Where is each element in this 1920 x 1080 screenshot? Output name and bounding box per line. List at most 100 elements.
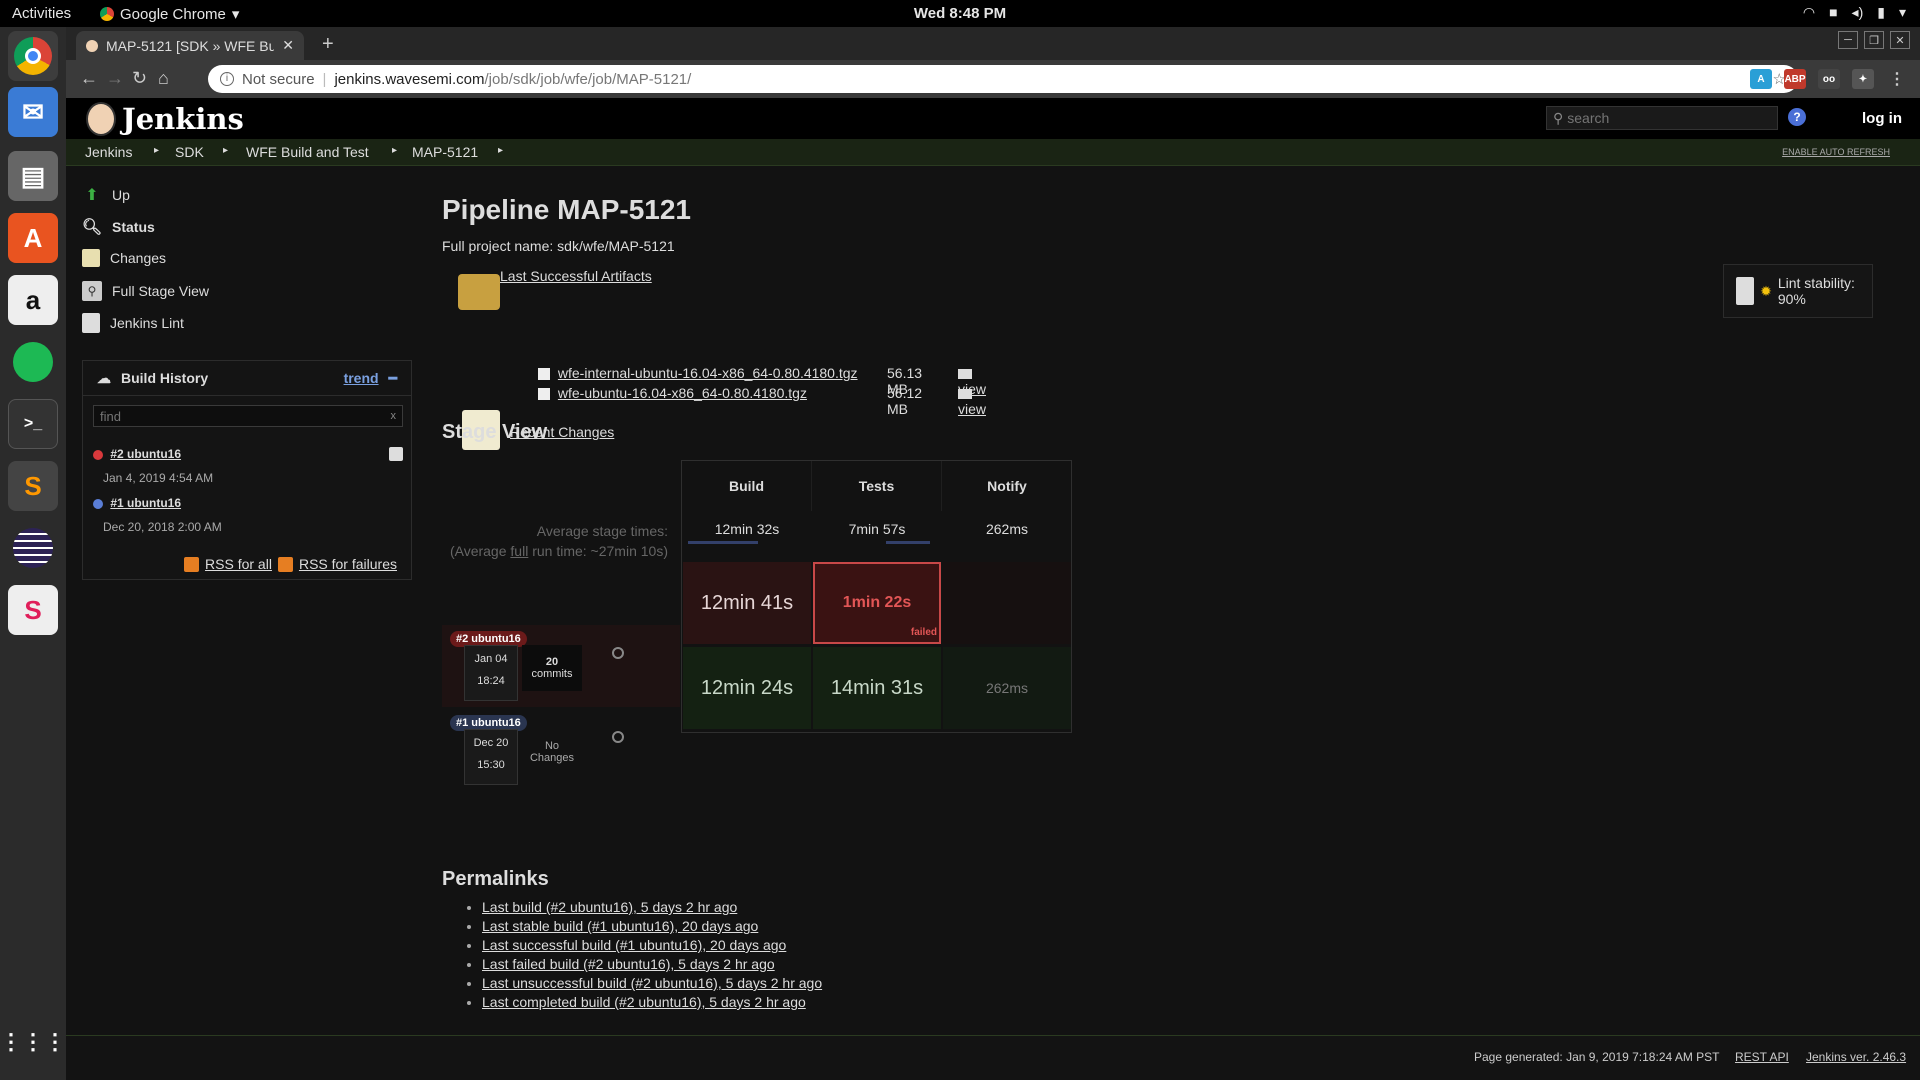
magnifier-icon: 🔍︎: [81, 219, 103, 236]
stage-cell[interactable]: 14min 31s: [813, 647, 941, 729]
notepad-icon: [82, 249, 100, 267]
enable-auto-refresh-link[interactable]: ENABLE AUTO REFRESH: [1782, 147, 1890, 157]
jenkins-version-link[interactable]: Jenkins ver. 2.46.3: [1806, 1050, 1906, 1064]
permalink-link[interactable]: Last unsuccessful build (#2 ubuntu16), 5…: [482, 975, 822, 991]
breadcrumb-arrow-icon[interactable]: ▸: [498, 145, 503, 156]
permalink-link[interactable]: Last stable build (#1 ubuntu16), 20 days…: [482, 918, 758, 934]
eclipse-launcher-icon[interactable]: [8, 523, 58, 573]
terminal-launcher-icon[interactable]: >_: [8, 399, 58, 449]
last-successful-artifacts-link[interactable]: Last Successful Artifacts: [500, 268, 652, 284]
permalink-link[interactable]: Last failed build (#2 ubuntu16), 5 days …: [482, 956, 775, 972]
run-row[interactable]: #1 ubuntu16 Dec 20 15:30 No Changes: [442, 709, 680, 791]
slack-launcher-icon[interactable]: S: [8, 585, 58, 635]
artifact-row[interactable]: wfe-ubuntu-16.04-x86_64-0.80.4180.tgz: [538, 385, 807, 401]
build-link[interactable]: #1 ubuntu16: [110, 496, 181, 510]
stage-cell[interactable]: 12min 41s: [683, 562, 811, 644]
back-button[interactable]: ←: [80, 68, 98, 89]
task-up[interactable]: ⬆ Up: [82, 185, 130, 205]
build-link[interactable]: #2 ubuntu16: [110, 447, 181, 461]
lock-icon: ■: [1829, 4, 1838, 20]
task-status[interactable]: 🔍︎ Status: [82, 217, 155, 237]
breadcrumb-arrow-icon[interactable]: ▸: [154, 145, 159, 156]
minus-icon[interactable]: ━: [389, 370, 397, 387]
build-history-entry[interactable]: #2 ubuntu16 Jan 4, 2019 4:54 AM: [93, 447, 403, 485]
sublime-launcher-icon[interactable]: S: [8, 461, 58, 511]
login-link[interactable]: log in: [1862, 110, 1902, 127]
task-jenkins-lint[interactable]: Jenkins Lint: [82, 313, 184, 333]
rss-failures-link[interactable]: RSS for failures: [299, 556, 397, 572]
lint-stability-widget[interactable]: ✹ Lint stability: 90%: [1723, 264, 1873, 318]
permalink-link[interactable]: Last successful build (#1 ubuntu16), 20 …: [482, 937, 786, 953]
more-menu-icon[interactable]: ⋮: [1886, 69, 1908, 89]
software-center-launcher-icon[interactable]: A: [8, 213, 58, 263]
breadcrumb-arrow-icon[interactable]: ▸: [392, 145, 397, 156]
help-icon[interactable]: ?: [1788, 108, 1806, 126]
search-input[interactable]: [1567, 110, 1758, 126]
close-window-button[interactable]: ✕: [1890, 31, 1910, 49]
permalink-link[interactable]: Last build (#2 ubuntu16), 5 days 2 hr ag…: [482, 899, 737, 915]
full-run-link[interactable]: full: [510, 543, 528, 559]
search-box[interactable]: ⚲: [1546, 106, 1778, 130]
page-title: Pipeline MAP-5121: [442, 194, 691, 225]
task-changes[interactable]: Changes: [82, 249, 166, 267]
breadcrumb-arrow-icon[interactable]: ▸: [223, 145, 228, 156]
new-tab-button[interactable]: +: [322, 33, 334, 56]
translate-extension-icon[interactable]: A: [1750, 69, 1772, 89]
address-bar[interactable]: i Not secure | jenkins.wavesemi.com/job/…: [208, 65, 1798, 93]
artifact-link[interactable]: wfe-ubuntu-16.04-x86_64-0.80.4180.tgz: [558, 385, 807, 401]
magnifier-doc-icon: ⚲: [82, 281, 102, 301]
spotify-launcher-icon[interactable]: [8, 337, 58, 387]
run-info-icon[interactable]: [612, 647, 624, 659]
run-commits[interactable]: No Changes: [522, 729, 582, 775]
clear-filter-button[interactable]: x: [391, 410, 397, 422]
not-secure-label: Not secure: [242, 70, 315, 88]
extension-icon[interactable]: ✦: [1852, 69, 1874, 89]
breadcrumb-map[interactable]: MAP-5121: [412, 144, 478, 160]
lint-icon: [82, 313, 100, 333]
minimize-button[interactable]: ─: [1838, 31, 1858, 49]
reload-button[interactable]: ↻: [132, 68, 147, 89]
breadcrumb-jenkins[interactable]: Jenkins: [85, 144, 132, 160]
jenkins-logo[interactable]: Jenkins: [86, 102, 244, 136]
amazon-launcher-icon[interactable]: a: [8, 275, 58, 325]
glasses-extension-icon[interactable]: oo: [1818, 69, 1840, 89]
build-history-entry[interactable]: #1 ubuntu16 Dec 20, 2018 2:00 AM: [93, 496, 222, 534]
run-info-icon[interactable]: [612, 731, 624, 743]
system-tray[interactable]: ◠ ■ ◂) ▮ ▾: [1803, 4, 1906, 21]
rest-api-link[interactable]: REST API: [1735, 1050, 1789, 1064]
build-filter[interactable]: x: [93, 405, 403, 427]
files-launcher-icon[interactable]: ▤: [8, 151, 58, 201]
run-commits[interactable]: 20 commits: [522, 645, 582, 691]
home-button[interactable]: ⌂: [158, 68, 169, 89]
info-icon[interactable]: i: [220, 72, 234, 86]
commits-count: No: [544, 740, 560, 752]
stage-cell[interactable]: 12min 24s: [683, 647, 811, 729]
permalink-link[interactable]: Last completed build (#2 ubuntu16), 5 da…: [482, 994, 806, 1010]
stage-cell[interactable]: 262ms: [943, 647, 1071, 729]
page-footer: Page generated: Jan 9, 2019 7:18:24 AM P…: [66, 1035, 1920, 1080]
build-filter-input[interactable]: [100, 408, 380, 424]
console-icon[interactable]: [389, 447, 403, 461]
tab-strip: MAP-5121 [SDK » WFE Bu ✕ + ─ ❐ ✕: [66, 27, 1920, 60]
close-icon[interactable]: ✕: [282, 37, 294, 54]
task-full-stage-view[interactable]: ⚲ Full Stage View: [82, 281, 209, 301]
run-row[interactable]: #2 ubuntu16 Jan 04 18:24 20 commits: [442, 625, 680, 707]
chrome-launcher-icon[interactable]: [8, 31, 58, 81]
breadcrumb-wfe[interactable]: WFE Build and Test: [246, 144, 369, 160]
adblock-extension-icon[interactable]: ABP: [1784, 69, 1806, 89]
trend-link[interactable]: trend: [344, 370, 379, 386]
breadcrumb-sdk[interactable]: SDK: [175, 144, 204, 160]
run-day: Dec 20: [473, 737, 509, 749]
maximize-button[interactable]: ❐: [1864, 31, 1884, 49]
artifact-row[interactable]: wfe-internal-ubuntu-16.04-x86_64-0.80.41…: [538, 365, 858, 381]
forward-button[interactable]: →: [106, 68, 124, 89]
rss-all-link[interactable]: RSS for all: [205, 556, 272, 572]
clock[interactable]: Wed 8:48 PM: [0, 5, 1920, 22]
artifact-link[interactable]: wfe-internal-ubuntu-16.04-x86_64-0.80.41…: [558, 365, 858, 381]
cloud-icon: ☁: [97, 369, 111, 386]
thunderbird-launcher-icon[interactable]: ✉: [8, 87, 58, 137]
stage-cell-failed[interactable]: 1min 22s failed: [813, 562, 941, 644]
artifact-view-link[interactable]: view: [958, 385, 986, 417]
app-grid-icon[interactable]: ⋮⋮⋮: [0, 1017, 66, 1067]
tab-jenkins[interactable]: MAP-5121 [SDK » WFE Bu ✕: [76, 31, 304, 60]
